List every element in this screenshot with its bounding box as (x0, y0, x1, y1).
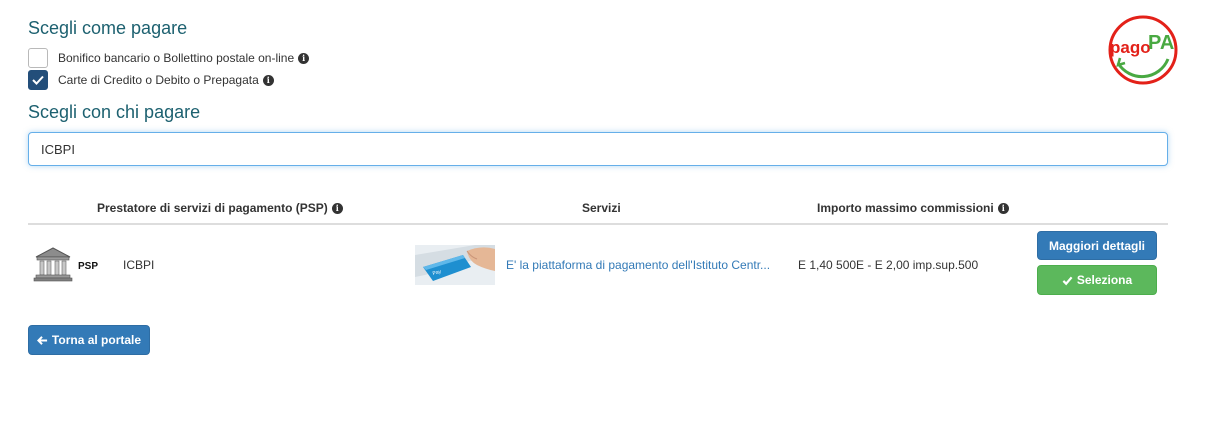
choose-provider-heading: Scegli con chi pagare (28, 102, 201, 122)
services-column-header: Servizi (582, 201, 621, 215)
info-icon[interactable]: i (262, 74, 274, 86)
psp-header-label: Prestatore di servizi di pagamento (PSP) (97, 201, 328, 215)
psp-search-input[interactable] (28, 132, 1168, 166)
services-header-label: Servizi (582, 201, 621, 215)
max-fee-value: E 1,40 500E - E 2,00 imp.sup.500 (798, 258, 979, 272)
option-bank-transfer[interactable]: Bonifico bancario o Bollettino postale o… (28, 47, 310, 69)
choose-payment-method-heading: Scegli come pagare (28, 18, 188, 38)
pay-keyboard-image: Pay (415, 245, 495, 285)
service-description-link[interactable]: E' la piattaforma di pagamento dell'Isti… (506, 258, 770, 272)
select-button[interactable]: Seleziona (1037, 265, 1157, 295)
back-to-portal-button[interactable]: Torna al portale (28, 325, 150, 355)
info-icon[interactable]: i (997, 202, 1009, 214)
arrow-left-icon (36, 335, 48, 346)
option-credit-card[interactable]: Carte di Credito o Debito o Prepagata i (28, 69, 274, 91)
back-to-portal-label: Torna al portale (51, 333, 142, 347)
table-header-divider (28, 223, 1168, 225)
psp-name: ICBPI (123, 258, 155, 272)
bank-transfer-checkbox[interactable] (28, 48, 48, 68)
credit-card-checkbox[interactable] (28, 70, 48, 90)
info-icon[interactable]: i (331, 202, 343, 214)
bank-icon (33, 247, 73, 282)
max-fee-column-header: Importo massimo commissioni i (817, 201, 1009, 215)
logo-pa-text: PA (1148, 32, 1174, 54)
pagopa-logo: pago PA (1108, 15, 1178, 85)
select-label: Seleziona (1076, 273, 1133, 287)
check-icon (1062, 275, 1073, 286)
credit-card-label: Carte di Credito o Debito o Prepagata (58, 73, 259, 87)
info-icon[interactable]: i (298, 52, 310, 64)
psp-column-header: Prestatore di servizi di pagamento (PSP)… (97, 201, 343, 215)
logo-pago-text: pago (1110, 38, 1151, 57)
more-details-label: Maggiori dettagli (1049, 238, 1145, 253)
max-fee-header-label: Importo massimo commissioni (817, 201, 994, 215)
more-details-button[interactable]: Maggiori dettagli (1037, 231, 1157, 260)
psp-tag: PSP (78, 261, 99, 272)
bank-transfer-label: Bonifico bancario o Bollettino postale o… (58, 51, 295, 65)
